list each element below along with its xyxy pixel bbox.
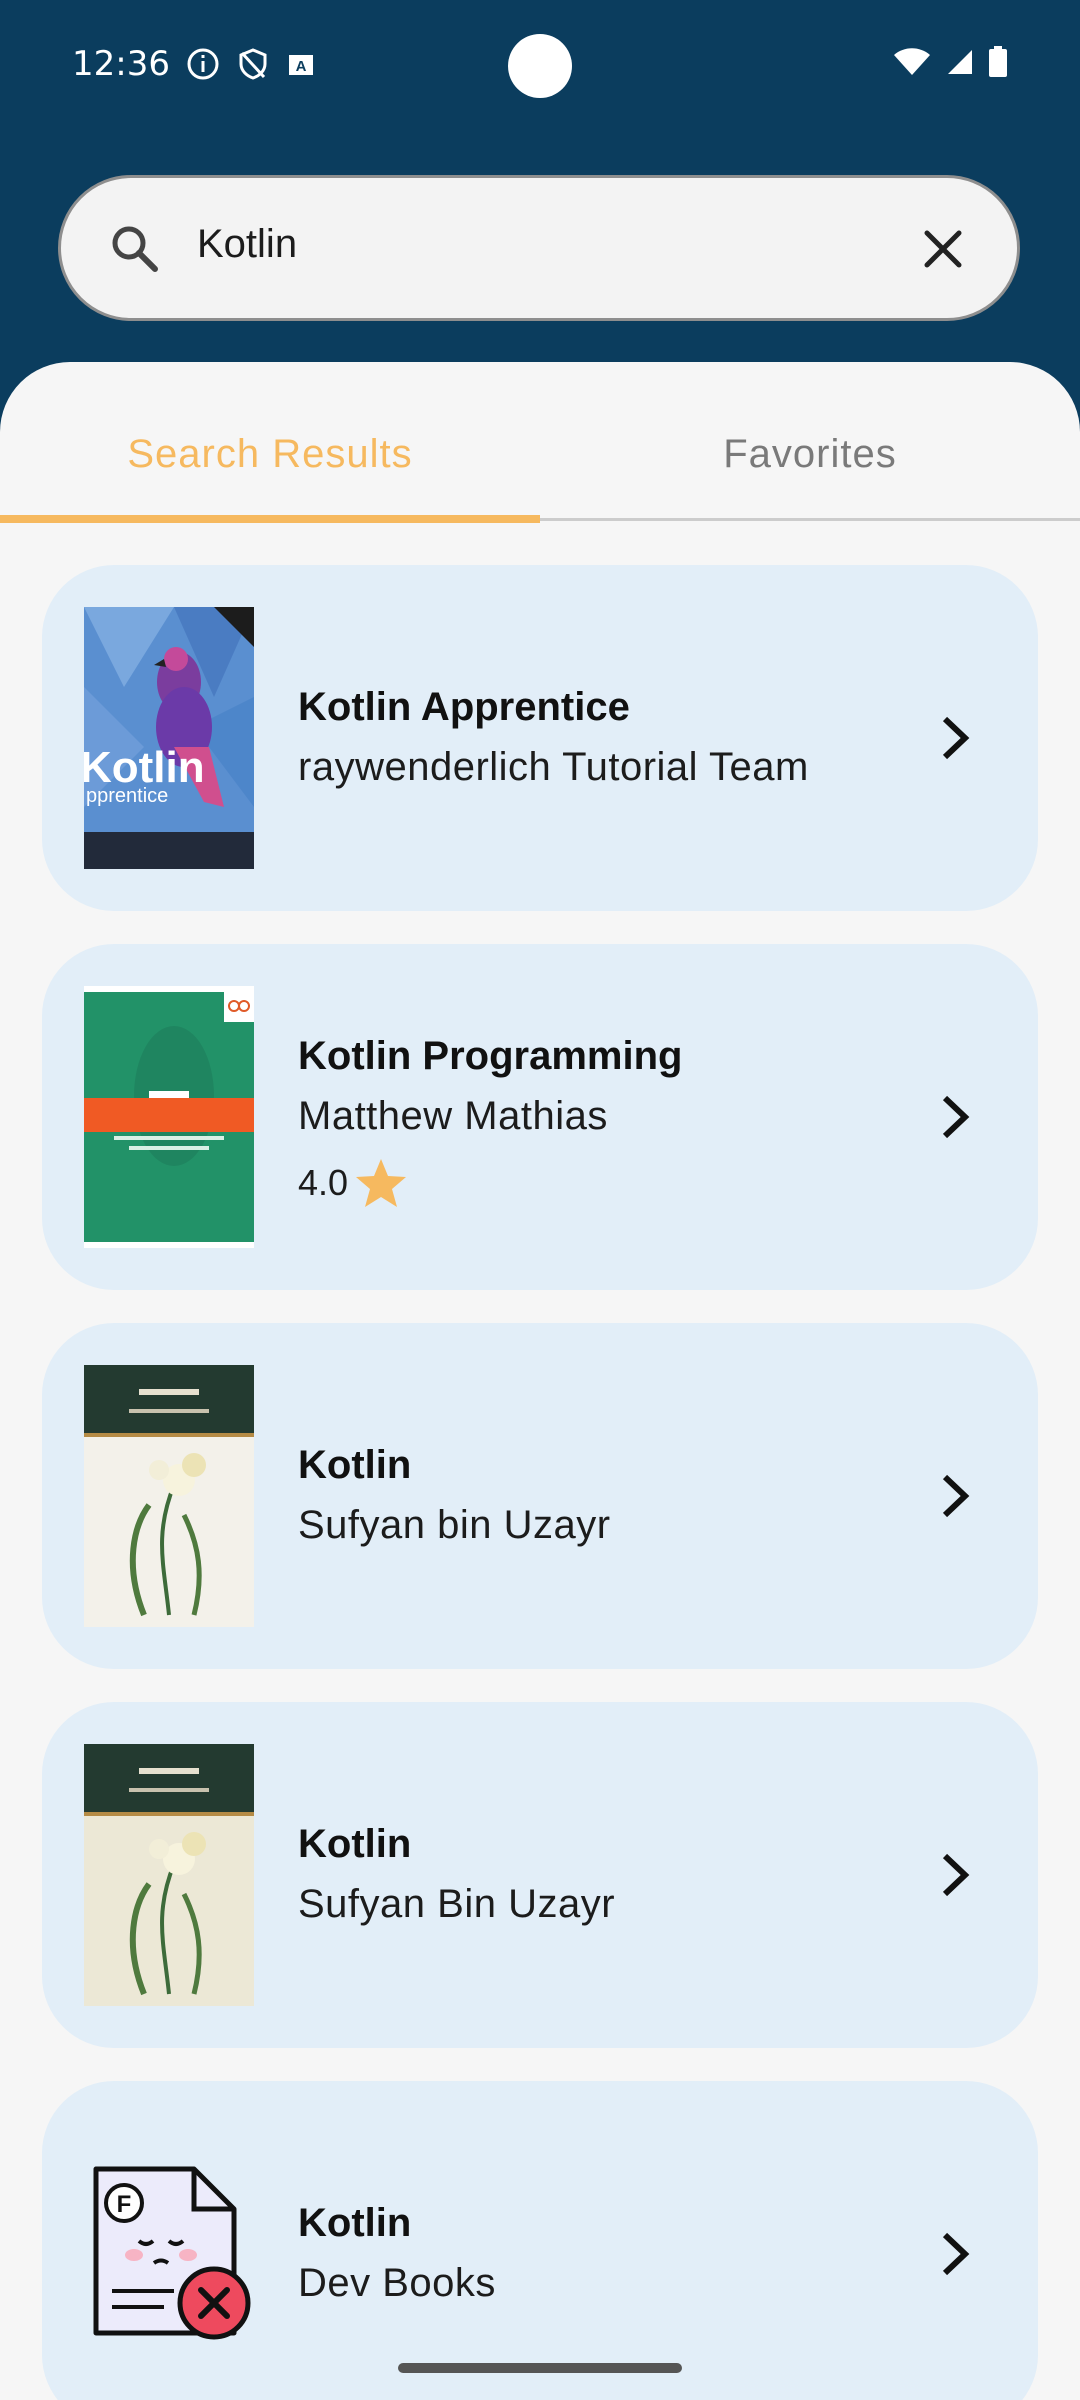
book-card[interactable]: Kotlin Sufyan Bin Uzayr xyxy=(42,1702,1038,2048)
chevron-right-icon[interactable] xyxy=(920,1461,990,1531)
clear-icon[interactable] xyxy=(907,213,979,285)
book-cover-image xyxy=(84,1744,254,2006)
book-card[interactable]: F Kotlin Dev Books xyxy=(42,2081,1038,2400)
svg-text:pprentice: pprentice xyxy=(86,785,168,807)
tab-favorites[interactable]: Favorites xyxy=(540,432,1080,477)
book-title: Kotlin xyxy=(298,1443,412,1487)
book-title: Kotlin Apprentice xyxy=(298,685,630,729)
svg-text:F: F xyxy=(117,2191,132,2218)
info-icon xyxy=(186,47,220,81)
book-title: Kotlin xyxy=(298,2201,412,2245)
file-error-icon: F xyxy=(84,2123,254,2385)
status-time: 12:36 xyxy=(72,44,170,84)
tab-indicator xyxy=(0,515,540,523)
book-cover-image xyxy=(84,986,254,1248)
search-bar[interactable]: Kotlin xyxy=(58,175,1020,321)
cellular-signal-icon xyxy=(946,48,974,81)
book-cover-image: Kotlin pprentice xyxy=(84,607,254,869)
keyboard-a-icon: A xyxy=(286,49,316,79)
book-cover-image xyxy=(84,1365,254,1627)
book-author: Matthew Mathias xyxy=(298,1094,608,1138)
chevron-right-icon[interactable] xyxy=(920,2219,990,2289)
search-icon[interactable] xyxy=(99,213,171,285)
book-rating: 4.0 xyxy=(298,1156,408,1210)
search-input[interactable]: Kotlin xyxy=(197,222,297,267)
book-card[interactable]: Kotlin Sufyan bin Uzayr xyxy=(42,1323,1038,1669)
battery-icon xyxy=(988,46,1008,83)
wifi-icon xyxy=(892,47,932,82)
rating-value: 4.0 xyxy=(298,1162,349,1203)
star-icon xyxy=(354,1156,408,1210)
status-bar-left: 12:36 A xyxy=(72,44,316,84)
status-bar-right xyxy=(892,46,1008,83)
book-card[interactable]: Kotlin Programming Matthew Mathias 4.0 xyxy=(42,944,1038,1290)
book-title: Kotlin Programming xyxy=(298,1034,683,1078)
book-title: Kotlin xyxy=(298,1822,412,1866)
svg-text:A: A xyxy=(296,58,307,75)
tab-search-results[interactable]: Search Results xyxy=(0,432,540,477)
book-author: raywenderlich Tutorial Team xyxy=(298,745,809,789)
tab-bar: Search Results Favorites xyxy=(0,362,1080,523)
book-author: Sufyan bin Uzayr xyxy=(298,1503,611,1547)
chevron-right-icon[interactable] xyxy=(920,1082,990,1152)
shield-off-icon xyxy=(236,47,270,81)
chevron-right-icon[interactable] xyxy=(920,703,990,773)
book-author: Dev Books xyxy=(298,2261,496,2305)
book-author: Sufyan Bin Uzayr xyxy=(298,1882,616,1926)
book-card[interactable]: Kotlin pprentice Kotlin Apprentice raywe… xyxy=(42,565,1038,911)
home-indicator[interactable] xyxy=(398,2363,682,2373)
content-panel: Search Results Favorites Kotlin pprentic xyxy=(0,362,1080,2400)
chevron-right-icon[interactable] xyxy=(920,1840,990,1910)
camera-cutout xyxy=(508,34,572,98)
